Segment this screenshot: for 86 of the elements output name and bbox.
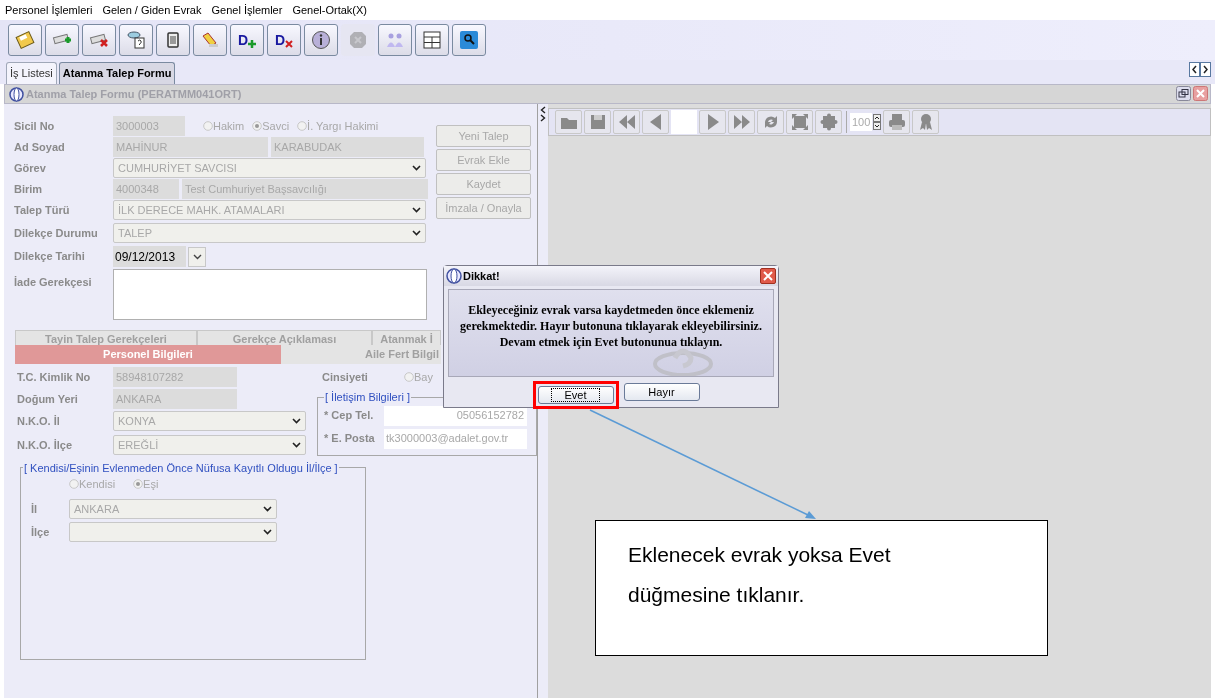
group-title: [ Kendisi/Eşinin Evlenmeden Önce Nüfusa Kayıtlı Oldugu İl/İlçe ] (23, 460, 339, 476)
close-icon (763, 270, 773, 281)
field-label: * Cep Tel. (324, 408, 375, 424)
dialog-message: Ekleyeceğiniz evrak varsa kaydetmeden önce eklemeniz gerekmektedir. Hayır butonuna tıklayarak ekleyebilirsiniz. Devam etmek için Evet butonunua tıklayın. (460, 301, 762, 350)
dropdown[interactable]: TALEP (113, 223, 426, 243)
radio-option[interactable]: Eşi (133, 475, 159, 493)
group-title: [ İletişim Bilgileri ] (324, 390, 411, 405)
info-icon (311, 30, 331, 50)
menu-item[interactable]: Genel-Ortak(X) (292, 1, 367, 19)
dropdown[interactable]: KONYA (113, 411, 306, 431)
field-label: Dilekçe Durumu (14, 225, 99, 241)
search-icon (459, 30, 479, 50)
dropdown[interactable] (69, 522, 277, 542)
section-tab[interactable]: Gerekçe Açıklaması (197, 330, 372, 345)
field-label: Ad Soyad (14, 139, 66, 155)
toolbar-button[interactable]: D (230, 24, 264, 56)
chevron-down-icon (292, 418, 301, 424)
section-tab[interactable]: Personel Bilgileri (15, 345, 281, 364)
field-label: N.K.O. İl (17, 413, 61, 429)
chevron-down-icon (412, 165, 421, 171)
chevron-down-icon (292, 442, 301, 448)
field-label: Cinsiyeti (322, 369, 369, 385)
field-label: T.C. Kimlik No (17, 369, 92, 385)
chevron-down-icon (412, 230, 421, 236)
chevron-left-icon (540, 106, 546, 114)
chevron-left-icon (1189, 62, 1200, 77)
dialog-title: Dikkat! (463, 268, 500, 284)
menu-item[interactable]: Personel İşlemleri (5, 1, 93, 19)
field-label: İlçe (31, 524, 51, 540)
dropdown[interactable]: EREĞLİ (113, 435, 306, 455)
callout-text: Eklenecek evrak yoksa Evet düğmesine tıklanır. (595, 520, 1048, 656)
dropdown[interactable]: ANKARA (69, 499, 277, 519)
text-area[interactable] (113, 269, 427, 320)
close-icon (1193, 86, 1208, 101)
toolbar-button[interactable]: D (267, 24, 301, 56)
date-field[interactable]: 09/12/2013 (113, 246, 186, 267)
field-label: İl (31, 501, 39, 517)
radio-option[interactable]: Savci (252, 117, 290, 135)
section-tab[interactable]: Aile Fert Bilgil (281, 345, 441, 364)
date-dropdown-button[interactable] (188, 246, 206, 267)
field-label: Talep Türü (14, 202, 71, 218)
radio-option[interactable]: Bay (404, 368, 433, 386)
chevron-right-icon (1200, 62, 1211, 77)
x-mark-icon (285, 39, 294, 48)
field-label: Doğum Yeri (17, 391, 79, 407)
field-label: Görev (14, 160, 47, 176)
chevron-right-icon (540, 114, 546, 122)
globe-icon (9, 86, 24, 102)
dropdown[interactable]: İLK DERECE MAHK. ATAMALARI (113, 200, 426, 220)
close-button[interactable] (760, 267, 776, 284)
form-button[interactable]: Evrak Ekle (436, 149, 531, 171)
tab[interactable]: İş Listesi (6, 62, 57, 84)
radio-option[interactable]: İ. Yargı Hakimi (297, 117, 379, 135)
chevron-down-icon (192, 253, 202, 260)
octagon-icon (348, 30, 368, 50)
section-tab[interactable]: Tayin Talep Gerekçeleri (15, 330, 197, 345)
form-button[interactable]: Yeni Talep (436, 125, 531, 147)
field-label: N.K.O. İlçe (17, 437, 74, 453)
radio-option[interactable]: Kendisi (69, 475, 116, 493)
dialog-button[interactable]: Evet (537, 386, 614, 404)
dropdown[interactable]: CUMHURİYET SAVCISI (113, 158, 426, 178)
email-field[interactable]: tk3000003@adalet.gov.tr (384, 428, 527, 449)
field-label: Sicil No (14, 118, 56, 134)
radio-option[interactable]: Hakim (203, 117, 245, 135)
plus-icon (248, 39, 257, 48)
letter-d: D (274, 32, 286, 47)
section-tab[interactable]: Atanmak İ (372, 330, 441, 345)
letter-d: D (237, 32, 249, 47)
field-label: İade Gerekçesi (14, 275, 93, 290)
menu-item[interactable]: Genel İşlemler (211, 1, 283, 19)
tab[interactable]: Atanma Talep Formu (58, 62, 176, 84)
form-button[interactable]: İmzala / Onayla (436, 197, 531, 219)
field-label: Dilekçe Tarihi (14, 249, 86, 265)
toolbar-button[interactable] (452, 24, 486, 56)
field-label: Birim (14, 181, 44, 197)
chevron-down-icon (412, 207, 421, 213)
form-button[interactable]: Kaydet (436, 173, 531, 195)
eraser-icon (200, 30, 220, 50)
chevron-down-icon (263, 506, 272, 512)
field-label: * E. Posta (324, 431, 376, 447)
database-question-icon (126, 30, 146, 50)
restore-icon (1176, 86, 1191, 101)
dialog-button[interactable]: Hayır (623, 383, 700, 401)
chevron-down-icon (263, 529, 272, 535)
globe-icon (446, 267, 462, 284)
menu-item[interactable]: Gelen / Giden Evrak (102, 1, 202, 19)
